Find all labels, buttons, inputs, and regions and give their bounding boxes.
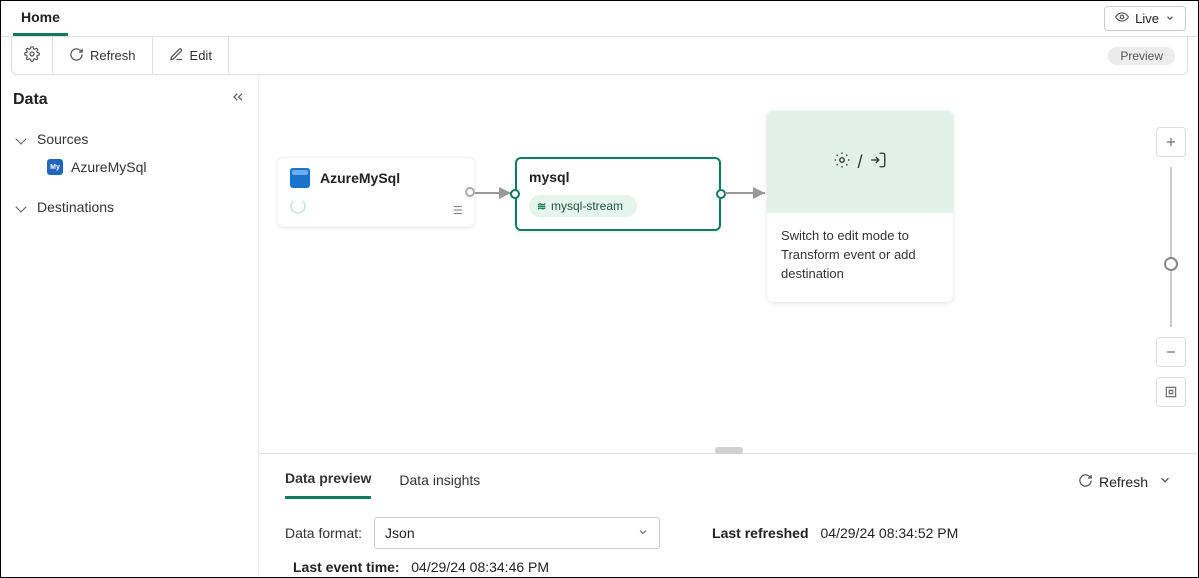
section-label: Sources <box>37 131 88 147</box>
tab-home[interactable]: Home <box>13 3 68 36</box>
chevron-down-icon <box>17 131 29 147</box>
sidebar-item-azuremysql[interactable]: My AzureMySql <box>13 153 246 181</box>
node-title: AzureMySql <box>320 170 400 186</box>
expand-panel-button[interactable] <box>1158 473 1172 490</box>
zoom-controls <box>1156 127 1186 407</box>
output-port[interactable] <box>465 187 475 197</box>
last-event-value: 04/29/24 08:34:46 PM <box>411 559 549 575</box>
node-stream-mysql[interactable]: mysql ≋ mysql-stream <box>515 157 721 231</box>
bottom-panel: Data preview Data insights Refresh Data … <box>259 454 1198 575</box>
output-icon <box>869 151 887 174</box>
preview-badge: Preview <box>1108 47 1175 65</box>
zoom-slider[interactable] <box>1170 167 1172 327</box>
canvas[interactable]: AzureMySql mysql ≋ mysql-stre <box>259 75 1198 449</box>
zoom-fit-button[interactable] <box>1156 377 1186 407</box>
section-label: Destinations <box>37 199 114 215</box>
chevron-down-icon <box>637 525 649 541</box>
refresh-icon <box>1078 473 1093 491</box>
destination-helper-text: Switch to edit mode to Transform event o… <box>767 213 953 302</box>
input-port[interactable] <box>510 189 520 199</box>
refresh-preview-button[interactable]: Refresh <box>1078 473 1148 491</box>
node-title: mysql <box>529 169 707 185</box>
live-toggle-button[interactable]: Live <box>1104 6 1186 31</box>
toolbar: Refresh Edit Preview <box>11 37 1188 75</box>
sidebar-title: Data <box>13 91 246 109</box>
data-format-select[interactable]: Json <box>374 517 660 549</box>
edit-button[interactable]: Edit <box>165 43 216 69</box>
stream-name: mysql-stream <box>551 199 623 213</box>
refresh-label: Refresh <box>1099 474 1148 490</box>
sidebar-section-destinations[interactable]: Destinations <box>13 193 246 221</box>
refresh-icon <box>69 47 84 65</box>
slash-separator: / <box>857 152 862 173</box>
data-format-label: Data format: <box>285 525 362 541</box>
zoom-out-button[interactable] <box>1156 337 1186 367</box>
sidebar: Data Sources My AzureMySql Destinations <box>1 75 259 575</box>
edit-icon <box>169 47 184 65</box>
zoom-in-button[interactable] <box>1156 127 1186 157</box>
stream-pill[interactable]: ≋ mysql-stream <box>529 195 637 217</box>
collapse-sidebar-button[interactable] <box>230 89 246 108</box>
eye-icon <box>1115 10 1129 27</box>
edit-label: Edit <box>190 48 212 63</box>
node-destination-placeholder[interactable]: / Switch to edit mode to Transform event… <box>767 111 953 302</box>
select-value: Json <box>385 525 415 541</box>
output-port[interactable] <box>716 189 726 199</box>
last-event-label: Last event time: <box>293 559 400 575</box>
chevron-down-icon <box>1165 11 1175 26</box>
item-label: AzureMySql <box>71 159 146 175</box>
azuremysql-icon: My <box>47 159 63 175</box>
stream-icon: ≋ <box>537 200 546 213</box>
panel-splitter[interactable] <box>259 449 1198 453</box>
loading-spinner-icon <box>290 198 306 214</box>
sidebar-section-sources[interactable]: Sources <box>13 125 246 153</box>
refresh-button[interactable]: Refresh <box>65 43 140 69</box>
chevron-down-icon <box>17 199 29 215</box>
node-menu-button[interactable] <box>452 203 466 220</box>
last-refreshed-label: Last refreshed <box>712 525 808 541</box>
transform-icon <box>833 151 851 174</box>
gear-icon[interactable] <box>24 46 40 65</box>
tab-data-insights[interactable]: Data insights <box>399 466 480 498</box>
last-refreshed-value: 04/29/24 08:34:52 PM <box>821 525 959 541</box>
database-icon <box>290 168 310 188</box>
live-label: Live <box>1135 11 1159 26</box>
tab-data-preview[interactable]: Data preview <box>285 464 371 499</box>
zoom-slider-handle[interactable] <box>1164 257 1178 271</box>
refresh-label: Refresh <box>90 48 136 63</box>
node-source-azuremysql[interactable]: AzureMySql <box>277 157 475 227</box>
